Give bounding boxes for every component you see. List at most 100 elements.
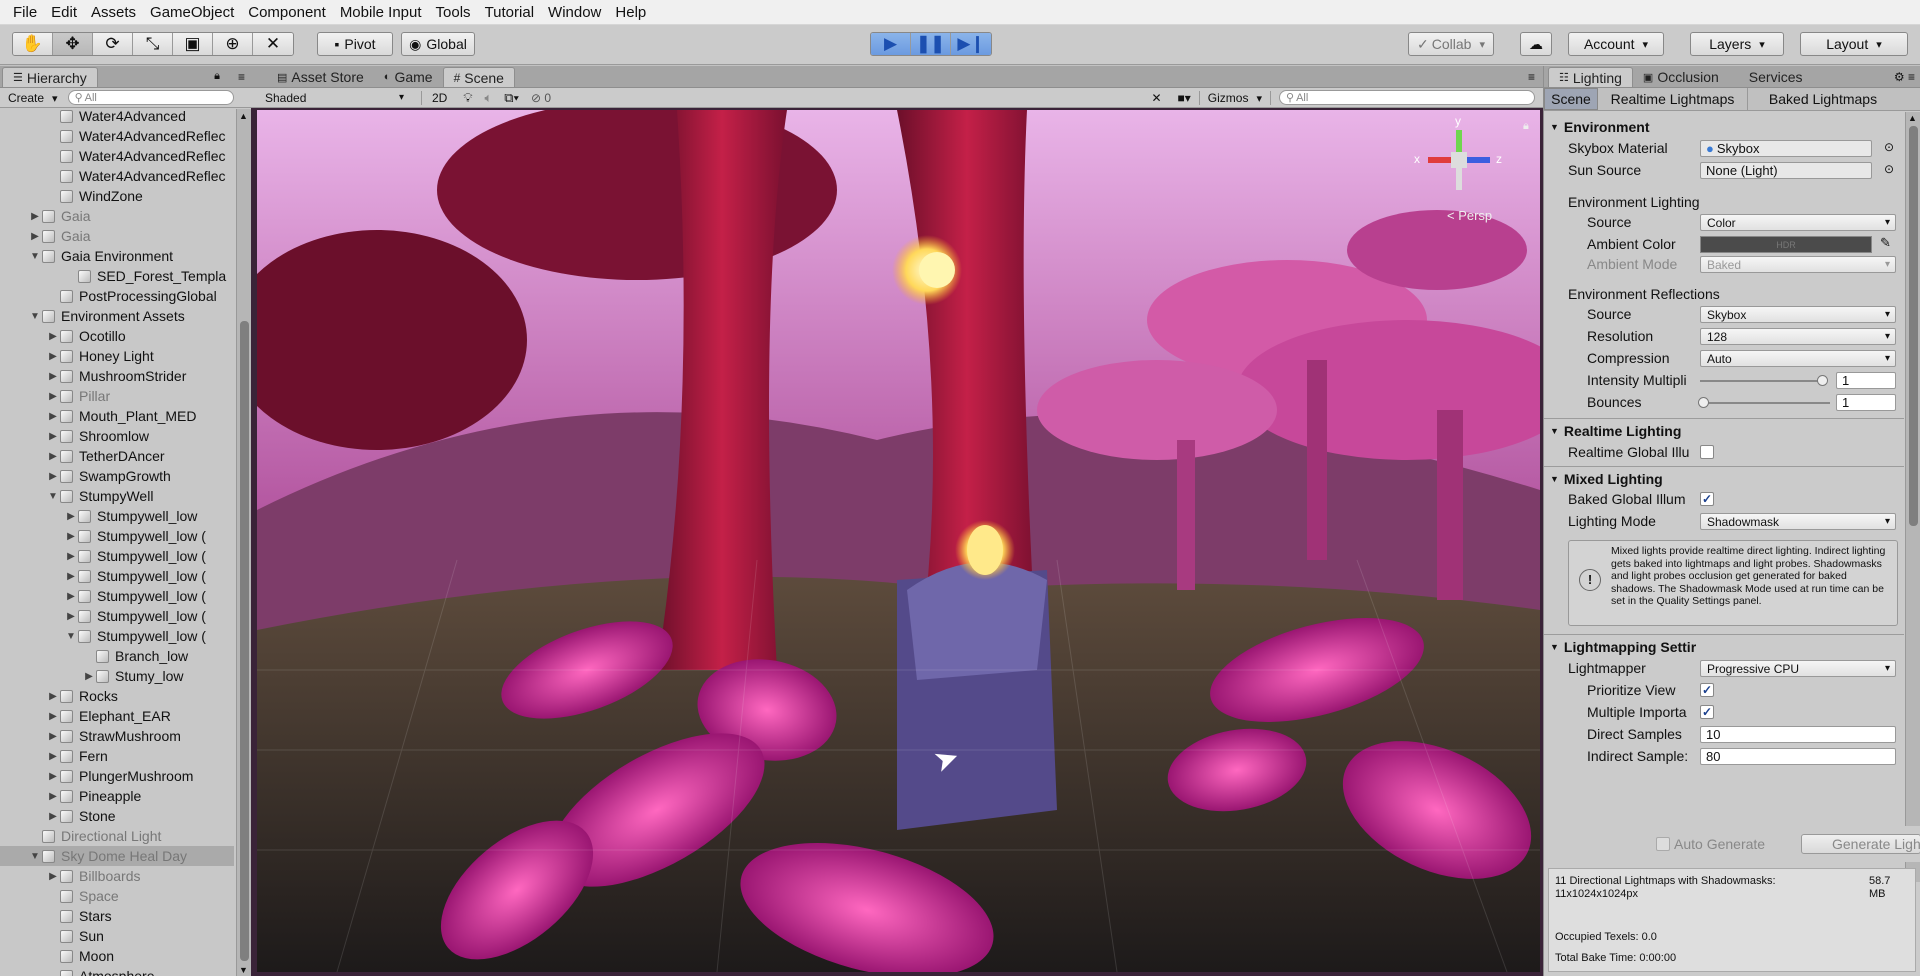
expand-arrow-icon[interactable]: ▶ [46, 811, 60, 822]
collapse-arrow-icon[interactable]: ▼ [28, 311, 42, 322]
hierarchy-item[interactable]: ▶ Ocotillo [0, 326, 234, 346]
prioritize-view-checkbox[interactable]: ✓ [1700, 683, 1714, 697]
expand-arrow-icon[interactable]: ▶ [64, 571, 78, 582]
tab-scene[interactable]: # Scene [442, 67, 515, 87]
hierarchy-item[interactable]: ▶ MushroomStrider [0, 366, 234, 386]
step-button-icon[interactable]: ▶❙ [951, 33, 991, 55]
expand-arrow-icon[interactable]: ▶ [82, 671, 96, 682]
menu-item-window[interactable]: Window [541, 0, 608, 25]
subtab-scene[interactable]: Scene [1544, 88, 1598, 110]
resolution-dropdown[interactable]: 128 [1700, 328, 1896, 345]
hierarchy-item[interactable]: Water4AdvancedReflec [0, 146, 234, 166]
intensity-field[interactable]: 1 [1836, 372, 1896, 389]
create-dropdown[interactable]: Create [8, 91, 58, 105]
hierarchy-item[interactable]: ▶ Stumpywell_low [0, 506, 234, 526]
refl-source-dropdown[interactable]: Skybox [1700, 306, 1896, 323]
scroll-down-icon[interactable]: ▼ [239, 965, 248, 975]
section-lightmapping-settings[interactable]: Lightmapping Settir [1544, 638, 1904, 656]
hierarchy-scroll-thumb[interactable] [240, 321, 249, 961]
collapse-arrow-icon[interactable]: ▼ [28, 851, 42, 862]
direct-samples-field[interactable]: 10 [1700, 726, 1896, 743]
hierarchy-item[interactable]: ▶ Stumpywell_low ( [0, 606, 234, 626]
expand-arrow-icon[interactable]: ▶ [46, 791, 60, 802]
shading-mode-dropdown[interactable]: Shaded [259, 89, 409, 106]
ambient-color-swatch[interactable]: HDR [1700, 236, 1872, 253]
expand-arrow-icon[interactable]: ▶ [46, 871, 60, 882]
tab-services[interactable]: Services [1739, 67, 1813, 87]
hierarchy-item[interactable]: ▶ Stumpywell_low ( [0, 526, 234, 546]
indirect-samples-field[interactable]: 80 [1700, 748, 1896, 765]
expand-arrow-icon[interactable]: ▶ [46, 731, 60, 742]
lightmapper-dropdown[interactable]: Progressive CPU [1700, 660, 1896, 677]
expand-arrow-icon[interactable]: ▶ [64, 531, 78, 542]
menu-item-tutorial[interactable]: Tutorial [478, 0, 541, 25]
bounces-field[interactable]: 1 [1836, 394, 1896, 411]
hierarchy-item[interactable]: ▶ Stumpywell_low ( [0, 546, 234, 566]
object-picker-icon-2[interactable]: ⊙ [1884, 162, 1894, 176]
hierarchy-item[interactable]: Stars [0, 906, 234, 926]
expand-arrow-icon[interactable]: ▶ [46, 391, 60, 402]
pivot-button[interactable]: ▪ Pivot [317, 32, 393, 56]
expand-arrow-icon[interactable]: ▶ [64, 511, 78, 522]
expand-arrow-icon[interactable]: ▶ [46, 691, 60, 702]
scene-panel-menu-icon[interactable]: ≡ [1528, 70, 1535, 84]
gizmos-dropdown[interactable]: Gizmos [1198, 90, 1271, 105]
tab-lighting[interactable]: ☷ Lighting [1548, 67, 1633, 87]
intensity-slider-track[interactable] [1700, 380, 1820, 382]
menu-item-component[interactable]: Component [241, 0, 333, 25]
hierarchy-item[interactable]: ▶ StrawMushroom [0, 726, 234, 746]
hierarchy-item[interactable]: Sun [0, 926, 234, 946]
hierarchy-item[interactable]: Moon [0, 946, 234, 966]
hidden-count[interactable]: ⊘ 0 [525, 91, 557, 105]
hierarchy-item[interactable]: ▶ SwampGrowth [0, 466, 234, 486]
intensity-slider-knob[interactable] [1817, 375, 1828, 386]
hierarchy-item[interactable]: ▶ Billboards [0, 866, 234, 886]
collapse-arrow-icon[interactable]: ▼ [64, 631, 78, 642]
hierarchy-item[interactable]: ▶ PlungerMushroom [0, 766, 234, 786]
hierarchy-item[interactable]: ▶ Stone [0, 806, 234, 826]
layout-dropdown[interactable]: Layout [1800, 32, 1908, 56]
lighting-scrollbar[interactable]: ▲ ▼ [1905, 112, 1920, 882]
skybox-field[interactable]: ● Skybox [1700, 140, 1872, 157]
menu-item-gameobject[interactable]: GameObject [143, 0, 241, 25]
section-realtime-lighting[interactable]: Realtime Lighting [1544, 422, 1904, 440]
hierarchy-item[interactable]: ▼ Gaia Environment [0, 246, 234, 266]
expand-arrow-icon[interactable]: ▶ [64, 611, 78, 622]
hierarchy-item[interactable]: ▶ Pillar [0, 386, 234, 406]
scene-viewport[interactable]: y x z < Persp 🔒︎ ➤ [257, 110, 1540, 972]
expand-arrow-icon[interactable]: ▶ [46, 471, 60, 482]
multiple-importance-checkbox[interactable]: ✓ [1700, 705, 1714, 719]
object-picker-icon[interactable]: ⊙ [1884, 140, 1894, 154]
2d-toggle[interactable]: 2D [421, 90, 457, 105]
hierarchy-item[interactable]: ▶ Gaia [0, 206, 234, 226]
rect-tool-icon[interactable]: ▣ [173, 33, 213, 55]
hierarchy-item[interactable]: ▶ Pineapple [0, 786, 234, 806]
hierarchy-item[interactable]: ▼ StumpyWell [0, 486, 234, 506]
hierarchy-item[interactable]: Atmosphere [0, 966, 234, 976]
hierarchy-item[interactable]: ▶ TetherDAncer [0, 446, 234, 466]
expand-arrow-icon[interactable]: ▶ [28, 231, 42, 242]
hierarchy-item[interactable]: ▶ Stumy_low [0, 666, 234, 686]
bounces-slider-knob[interactable] [1698, 397, 1709, 408]
tab-asset-store[interactable]: ▤ Asset Store [267, 67, 374, 87]
hierarchy-item[interactable]: ▼ Environment Assets [0, 306, 234, 326]
expand-arrow-icon[interactable]: ▶ [64, 591, 78, 602]
menu-item-tools[interactable]: Tools [429, 0, 478, 25]
tools-icon[interactable]: ✕ [1143, 91, 1169, 105]
cloud-button[interactable]: ☁ [1520, 32, 1552, 56]
menu-item-mobile-input[interactable]: Mobile Input [333, 0, 429, 25]
section-environment[interactable]: Environment [1544, 118, 1904, 136]
scale-tool-icon[interactable]: ⤡ [133, 33, 173, 55]
hierarchy-item[interactable]: Directional Light [0, 826, 234, 846]
lighting-settings-icon[interactable]: ⚙ ≡ [1894, 70, 1915, 84]
hierarchy-item[interactable]: WindZone [0, 186, 234, 206]
hierarchy-item[interactable]: Water4AdvancedReflec [0, 166, 234, 186]
bounces-slider-track[interactable] [1700, 402, 1830, 404]
hierarchy-item[interactable]: Space [0, 886, 234, 906]
pause-button-icon[interactable]: ❚❚ [911, 33, 951, 55]
lock-icon[interactable]: 🔒︎ [214, 70, 220, 83]
tab-game[interactable]: ◐ Game [374, 67, 443, 87]
generate-lighting-button[interactable]: Generate Light [1801, 834, 1920, 854]
hierarchy-item[interactable]: ▶ Honey Light [0, 346, 234, 366]
projection-label[interactable]: < Persp [1447, 208, 1492, 223]
